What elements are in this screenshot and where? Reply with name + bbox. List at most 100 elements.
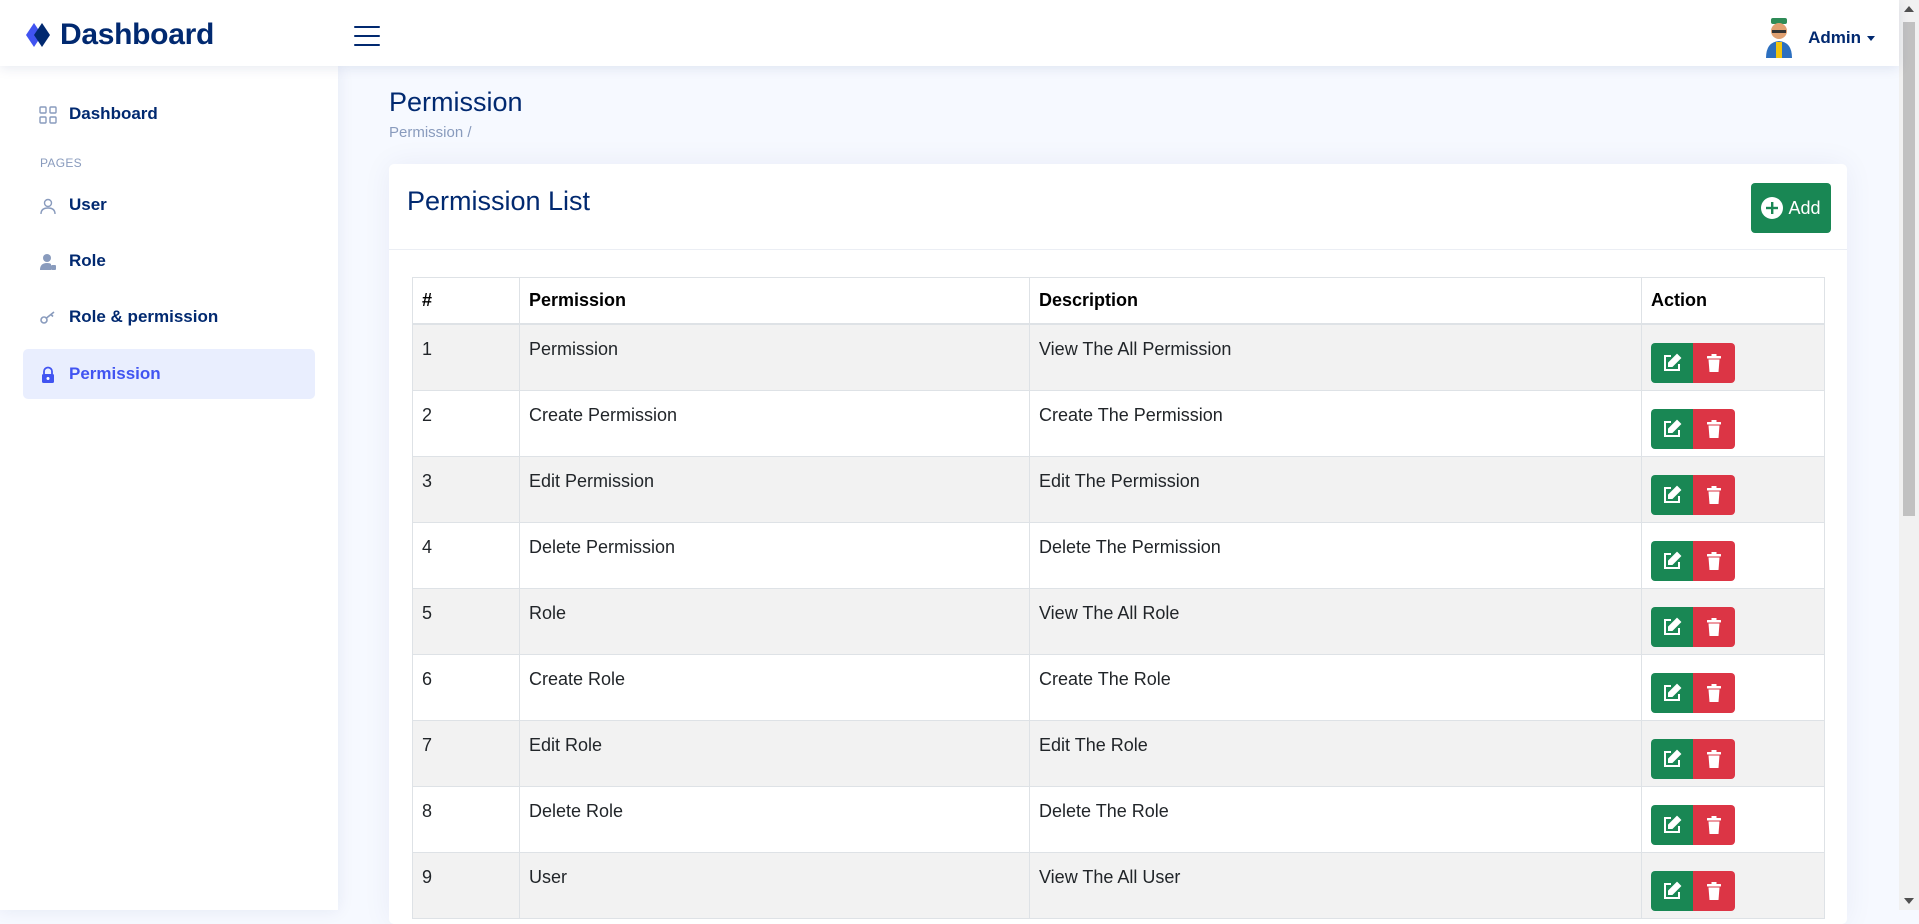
person-badge-icon — [40, 254, 56, 270]
sidebar-item-user[interactable]: User — [23, 180, 315, 230]
row-number: 4 — [412, 521, 520, 589]
row-number: 5 — [412, 587, 520, 655]
table-row: 2 Create Permission Create The Permission — [412, 389, 1825, 457]
table-row: 8 Delete Role Delete The Role — [412, 785, 1825, 853]
row-actions — [1641, 587, 1825, 655]
row-actions — [1641, 785, 1825, 853]
vertical-scrollbar[interactable] — [1899, 0, 1919, 910]
edit-icon — [1664, 551, 1682, 569]
profile-name: Admin — [1808, 28, 1861, 47]
sidebar-item-permission[interactable]: Permission — [23, 349, 315, 399]
edit-icon — [1664, 749, 1682, 767]
permission-card: Permission List Add # Permission Descrip… — [389, 164, 1847, 924]
permission-description: Delete The Role — [1029, 785, 1642, 853]
sidebar-item-dashboard[interactable]: Dashboard — [23, 89, 315, 139]
permission-name: Permission — [519, 323, 1030, 391]
row-number: 1 — [412, 323, 520, 391]
column-header-permission: Permission — [519, 277, 1030, 325]
row-number: 2 — [412, 389, 520, 457]
row-actions — [1641, 653, 1825, 721]
avatar — [1766, 18, 1793, 58]
permission-table: # Permission Description Action 1 Permiss… — [412, 277, 1825, 919]
edit-button[interactable] — [1651, 606, 1693, 647]
permission-description: Create The Permission — [1029, 389, 1642, 457]
trash-icon — [1707, 749, 1721, 768]
column-header-number: # — [412, 277, 520, 325]
breadcrumb[interactable]: Permission / — [389, 124, 472, 141]
permission-name: Delete Role — [519, 785, 1030, 853]
top-header: Dashboard Admin — [0, 0, 1899, 66]
row-number: 9 — [412, 851, 520, 919]
diamond-logo-icon — [26, 23, 50, 47]
scroll-down-arrow-icon[interactable] — [1904, 898, 1914, 904]
trash-icon — [1707, 617, 1721, 636]
delete-button[interactable] — [1693, 738, 1735, 779]
row-number: 7 — [412, 719, 520, 787]
row-number: 3 — [412, 455, 520, 523]
delete-button[interactable] — [1693, 870, 1735, 911]
profile-dropdown[interactable]: Admin — [1762, 18, 1875, 58]
sidebar-item-label: Permission — [69, 364, 161, 383]
trash-icon — [1707, 683, 1721, 702]
edit-button[interactable] — [1651, 540, 1693, 581]
permission-description: Delete The Permission — [1029, 521, 1642, 589]
row-actions — [1641, 323, 1825, 391]
permission-description: View The All Role — [1029, 587, 1642, 655]
table-row: 7 Edit Role Edit The Role — [412, 719, 1825, 787]
delete-button[interactable] — [1693, 804, 1735, 845]
permission-name: Delete Permission — [519, 521, 1030, 589]
row-number: 6 — [412, 653, 520, 721]
row-actions — [1641, 719, 1825, 787]
chevron-down-icon — [1867, 35, 1875, 41]
edit-icon — [1664, 683, 1682, 701]
delete-button[interactable] — [1693, 474, 1735, 515]
logo[interactable]: Dashboard — [24, 18, 214, 52]
lock-icon — [42, 366, 54, 383]
delete-button[interactable] — [1693, 343, 1735, 383]
edit-button[interactable] — [1651, 343, 1693, 383]
sidebar-heading: PAGES — [40, 156, 82, 170]
delete-button[interactable] — [1693, 408, 1735, 449]
permission-name: User — [519, 851, 1030, 919]
trash-icon — [1707, 419, 1721, 438]
edit-button[interactable] — [1651, 408, 1693, 449]
edit-icon — [1664, 353, 1682, 371]
delete-button[interactable] — [1693, 606, 1735, 647]
permission-name: Create Permission — [519, 389, 1030, 457]
sidebar-item-role-permission[interactable]: Role & permission — [23, 292, 315, 342]
grid-icon — [39, 106, 57, 124]
column-header-description: Description — [1029, 277, 1642, 325]
add-button[interactable]: Add — [1751, 183, 1831, 233]
edit-icon — [1664, 419, 1682, 437]
trash-icon — [1707, 485, 1721, 504]
edit-icon — [1664, 815, 1682, 833]
row-number: 8 — [412, 785, 520, 853]
sidebar-item-role[interactable]: Role — [23, 236, 315, 286]
row-actions — [1641, 389, 1825, 457]
edit-button[interactable] — [1651, 804, 1693, 845]
plus-circle-icon — [1761, 197, 1784, 219]
card-header: Permission List Add — [389, 164, 1847, 250]
permission-description: View The All Permission — [1029, 323, 1642, 391]
edit-button[interactable] — [1651, 870, 1693, 911]
permission-name: Edit Role — [519, 719, 1030, 787]
edit-button[interactable] — [1651, 474, 1693, 515]
edit-icon — [1664, 617, 1682, 635]
edit-icon — [1664, 881, 1682, 899]
scroll-up-arrow-icon[interactable] — [1904, 6, 1914, 12]
delete-button[interactable] — [1693, 540, 1735, 581]
delete-button[interactable] — [1693, 672, 1735, 713]
edit-button[interactable] — [1651, 672, 1693, 713]
sidebar-item-label: Dashboard — [69, 104, 158, 123]
permission-name: Create Role — [519, 653, 1030, 721]
sidebar-item-label: User — [69, 195, 107, 214]
trash-icon — [1707, 881, 1721, 900]
row-actions — [1641, 455, 1825, 523]
row-actions — [1641, 521, 1825, 589]
permission-name: Edit Permission — [519, 455, 1030, 523]
table-row: 4 Delete Permission Delete The Permission — [412, 521, 1825, 589]
hamburger-icon[interactable] — [354, 26, 380, 46]
table-row: 3 Edit Permission Edit The Permission — [412, 455, 1825, 523]
scroll-thumb[interactable] — [1903, 22, 1915, 516]
edit-button[interactable] — [1651, 738, 1693, 779]
